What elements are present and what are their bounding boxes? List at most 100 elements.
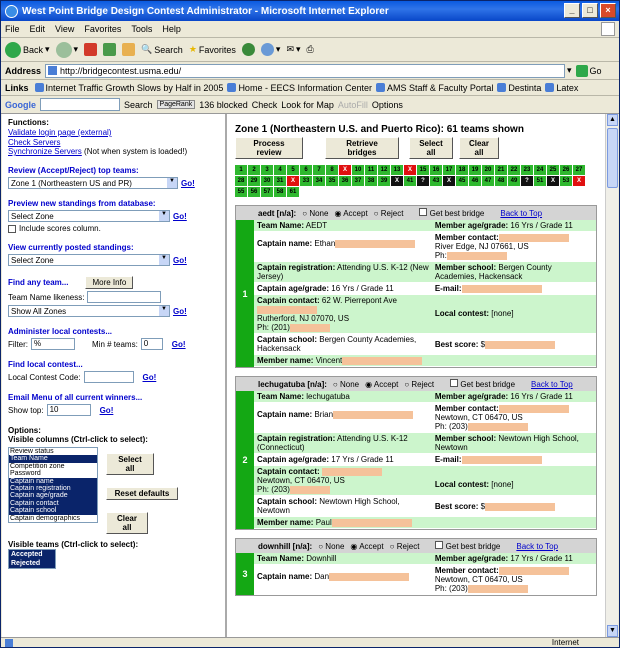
team-status-cell[interactable]: 61 — [287, 187, 299, 197]
check-servers-link[interactable]: Check Servers — [8, 138, 60, 147]
team-status-cell[interactable]: 55 — [235, 187, 247, 197]
team-status-cell[interactable]: 36 — [339, 176, 351, 186]
team-status-cell[interactable]: 46 — [469, 176, 481, 186]
address-input[interactable]: http://bridgecontest.usma.edu/ — [45, 63, 566, 78]
team-status-cell[interactable]: X — [339, 165, 351, 175]
sync-servers-link[interactable]: Synchronize Servers — [8, 147, 82, 156]
review-go-link[interactable]: Go! — [181, 179, 195, 188]
find-team-go-link[interactable]: Go! — [173, 307, 187, 316]
team-status-cell[interactable]: 39 — [378, 176, 390, 186]
column-option[interactable]: Team Name — [9, 455, 97, 463]
team-status-cell[interactable]: 37 — [352, 176, 364, 186]
column-option[interactable]: Captain registration — [9, 484, 97, 493]
include-scores-checkbox[interactable] — [8, 224, 16, 233]
team-status-cell[interactable]: 17 — [443, 165, 455, 175]
options-button[interactable]: Options — [372, 100, 403, 110]
retrieve-bridges-button[interactable]: Retrieve bridges — [325, 137, 399, 159]
team-status-cell[interactable]: X — [573, 176, 585, 186]
find-local-go-link[interactable]: Go! — [143, 373, 157, 382]
column-option[interactable]: Captain school — [9, 507, 97, 515]
team-status-cell[interactable]: 51 — [534, 176, 546, 186]
back-to-top-link[interactable]: Back to Top — [500, 209, 542, 218]
close-button[interactable]: × — [600, 3, 616, 18]
team-status-cell[interactable]: 38 — [365, 176, 377, 186]
visible-team-option[interactable]: Accepted — [9, 550, 55, 559]
visible-teams-listbox[interactable]: Accepted Rejected — [8, 549, 56, 569]
team-status-cell[interactable]: 3 — [261, 165, 273, 175]
radio-none[interactable]: ○ — [302, 209, 307, 218]
visible-team-option[interactable]: Rejected — [9, 559, 55, 568]
google-search-input[interactable] — [40, 98, 120, 111]
google-logo[interactable]: Google — [5, 100, 36, 110]
radio-none[interactable]: ○ — [333, 380, 338, 389]
menu-view[interactable]: View — [55, 24, 74, 34]
validate-login-link[interactable]: Validate login page (external) — [8, 128, 111, 137]
menu-file[interactable]: File — [5, 24, 20, 34]
scroll-down-icon[interactable]: ▼ — [607, 625, 618, 637]
team-status-cell[interactable]: 57 — [261, 187, 273, 197]
column-option[interactable]: Captain demographics — [9, 515, 97, 522]
vertical-scrollbar[interactable]: ▲ ▼ — [605, 114, 618, 637]
link-item[interactable]: Destinta — [497, 83, 541, 93]
team-status-cell[interactable]: 6 — [300, 165, 312, 175]
show-zones-select[interactable]: Show All Zones — [8, 305, 170, 317]
refresh-button[interactable] — [103, 43, 117, 56]
back-button[interactable]: Back ▾ — [5, 41, 50, 58]
review-zone-select[interactable]: Zone 1 (Northeastern US and PR) — [8, 177, 178, 189]
team-status-cell[interactable]: 2 — [248, 165, 260, 175]
team-status-cell[interactable]: X — [547, 176, 559, 186]
column-option[interactable]: Captain age/grade — [9, 492, 97, 500]
team-status-cell[interactable]: 20 — [482, 165, 494, 175]
radio-accept[interactable]: ◉ — [365, 380, 372, 389]
address-dropdown-icon[interactable]: ▾ — [567, 65, 572, 76]
team-status-cell[interactable]: 28 — [235, 176, 247, 186]
reset-defaults-button[interactable]: Reset defaults — [106, 487, 178, 500]
visible-columns-listbox[interactable]: Review status Team Name Competition zone Pa… — [8, 447, 98, 523]
radio-reject[interactable]: ○ — [390, 542, 395, 551]
team-status-cell[interactable]: 45 — [456, 176, 468, 186]
team-status-cell[interactable]: 1 — [235, 165, 247, 175]
scroll-up-icon[interactable]: ▲ — [607, 114, 618, 126]
column-option[interactable]: Captain contact — [9, 499, 97, 508]
history-button[interactable]: ▾ — [260, 43, 280, 56]
min-teams-input[interactable]: 0 — [140, 338, 163, 350]
posted-zone-select[interactable]: Select Zone — [8, 254, 170, 266]
clear-all-columns-button[interactable]: Clear all — [106, 512, 148, 534]
spell-check-button[interactable]: Check — [252, 100, 278, 110]
link-item[interactable]: Latex — [545, 83, 578, 93]
team-status-cell[interactable]: ? — [417, 176, 429, 186]
favorites-button[interactable]: ★ Favorites — [189, 44, 236, 55]
select-all-button[interactable]: Select all — [409, 137, 453, 159]
print-button[interactable]: ⎙ — [307, 44, 314, 55]
media-button[interactable] — [241, 43, 255, 56]
team-status-cell[interactable]: 27 — [573, 165, 585, 175]
radio-reject[interactable]: ○ — [374, 209, 379, 218]
forward-button[interactable]: ▾ — [55, 41, 78, 58]
go-button[interactable]: Go — [575, 64, 602, 77]
admin-go-link[interactable]: Go! — [172, 340, 186, 349]
link-item[interactable]: AMS Staff & Faculty Portal — [376, 83, 493, 93]
team-status-cell[interactable]: 47 — [482, 176, 494, 186]
process-review-button[interactable]: Process review — [235, 137, 303, 159]
menu-favorites[interactable]: Favorites — [84, 24, 121, 34]
posted-go-link[interactable]: Go! — [173, 256, 187, 265]
clear-all-button[interactable]: Clear all — [459, 137, 499, 159]
team-status-cell[interactable]: 13 — [391, 165, 403, 175]
filter-input[interactable]: % — [31, 338, 75, 350]
preview-go-link[interactable]: Go! — [173, 212, 187, 221]
menu-tools[interactable]: Tools — [131, 24, 152, 34]
column-option[interactable]: Password — [9, 470, 97, 477]
back-to-top-link[interactable]: Back to Top — [531, 380, 573, 389]
minimize-button[interactable]: _ — [564, 3, 580, 18]
team-status-cell[interactable]: 35 — [326, 176, 338, 186]
column-option[interactable]: Captain name — [9, 477, 97, 485]
email-go-link[interactable]: Go! — [100, 406, 114, 415]
team-status-cell[interactable]: X — [391, 176, 403, 186]
mail-button[interactable]: ✉ ▾ — [286, 44, 300, 55]
team-status-cell[interactable]: 48 — [495, 176, 507, 186]
team-status-cell[interactable]: 4 — [274, 165, 286, 175]
team-status-cell[interactable]: 41 — [404, 176, 416, 186]
get-best-bridge-checkbox[interactable] — [435, 541, 444, 549]
team-status-cell[interactable]: 10 — [352, 165, 364, 175]
local-code-input[interactable] — [83, 371, 134, 383]
